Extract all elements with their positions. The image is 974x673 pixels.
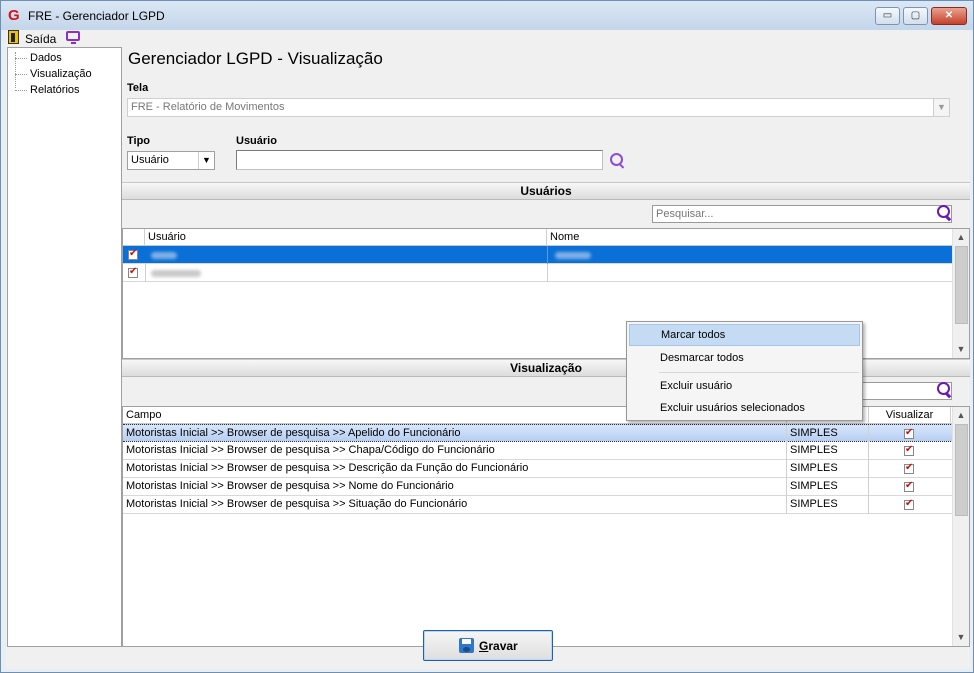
table-row[interactable]: Motoristas Inicial >> Browser de pesquis… [123, 460, 953, 478]
campo-cell: Motoristas Inicial >> Browser de pesquis… [123, 496, 787, 514]
usuario-label: Usuário [236, 135, 277, 147]
tela-label: Tela [127, 82, 149, 94]
table-row[interactable]: Motoristas Inicial >> Browser de pesquis… [123, 442, 953, 460]
scrollbar-thumb[interactable] [955, 424, 968, 516]
title-bar: G FRE - Gerenciador LGPD ▭ ▢ ✕ [1, 1, 973, 30]
visualizar-checkbox[interactable] [904, 427, 914, 439]
column-header-visualizar[interactable]: Visualizar [869, 407, 951, 424]
table-row[interactable]: Motoristas Inicial >> Browser de pesquis… [123, 496, 953, 514]
tipo-label: Tipo [127, 135, 151, 147]
scroll-down-icon[interactable]: ▼ [953, 341, 969, 358]
header-checkbox-cell [123, 229, 145, 246]
table-row[interactable] [123, 246, 953, 264]
column-header-nome[interactable]: Nome [547, 229, 953, 246]
chevron-down-icon: ▼ [198, 152, 214, 169]
minimize-button[interactable]: ▭ [875, 7, 900, 25]
save-button[interactable]: Gravar [423, 630, 553, 661]
tipo-cell: SIMPLES [787, 460, 869, 478]
tree-item-visualizacao[interactable]: Visualização [13, 68, 92, 80]
menu-item-marcar-todos[interactable]: Marcar todos [629, 324, 860, 346]
menu-item-excluir-usuario[interactable]: Excluir usuário [629, 375, 860, 397]
app-logo-icon: G [8, 7, 20, 24]
window-title: FRE - Gerenciador LGPD [28, 9, 165, 23]
table-row[interactable]: Motoristas Inicial >> Browser de pesquis… [123, 424, 953, 443]
redacted-usuario [151, 252, 177, 259]
redacted-usuario [151, 270, 201, 277]
tree-item-relatorios[interactable]: Relatórios [13, 84, 80, 96]
campo-cell: Motoristas Inicial >> Browser de pesquis… [123, 478, 787, 496]
column-divider [145, 264, 146, 282]
row-checkbox[interactable] [128, 266, 138, 278]
tela-select[interactable]: FRE - Relatório de Movimentos ▼ [127, 98, 950, 117]
navigation-tree: Dados Visualização Relatórios [7, 47, 122, 647]
scroll-up-icon[interactable]: ▲ [953, 407, 969, 424]
tree-item-dados[interactable]: Dados [13, 52, 62, 64]
table-row[interactable] [123, 264, 953, 282]
floppy-disk-icon [459, 638, 474, 653]
usuario-input[interactable] [236, 150, 603, 170]
table-row[interactable]: Motoristas Inicial >> Browser de pesquis… [123, 478, 953, 496]
menu-item-desmarcar-todos[interactable]: Desmarcar todos [629, 347, 860, 369]
save-button-label: Gravar [479, 639, 518, 653]
column-header-usuario[interactable]: Usuário [145, 229, 547, 246]
context-menu: Marcar todos Desmarcar todos Excluir usu… [626, 321, 863, 421]
tipo-cell: SIMPLES [787, 425, 869, 443]
visualizacao-grid: Campo Visualizar Motoristas Inicial >> B… [122, 406, 970, 647]
campo-cell: Motoristas Inicial >> Browser de pesquis… [123, 425, 787, 443]
maximize-button[interactable]: ▢ [903, 7, 928, 25]
scroll-up-icon[interactable]: ▲ [953, 229, 969, 246]
campo-cell: Motoristas Inicial >> Browser de pesquis… [123, 442, 787, 460]
row-checkbox[interactable] [128, 248, 138, 260]
menu-separator [659, 372, 859, 373]
scrollbar-thumb[interactable] [955, 246, 968, 324]
usuarios-search-input[interactable]: Pesquisar... [652, 205, 952, 223]
column-divider [547, 264, 548, 282]
campo-cell: Motoristas Inicial >> Browser de pesquis… [123, 460, 787, 478]
visualizar-checkbox[interactable] [904, 444, 914, 456]
visualizacao-scrollbar[interactable]: ▲ ▼ [952, 407, 969, 646]
menu-item-excluir-usuarios-selecionados[interactable]: Excluir usuários selecionados [629, 397, 860, 419]
monitor-icon[interactable] [66, 31, 80, 44]
exit-door-icon[interactable] [8, 30, 19, 44]
tipo-select[interactable]: Usuário ▼ [127, 151, 215, 170]
tipo-cell: SIMPLES [787, 478, 869, 496]
visualizar-checkbox[interactable] [904, 498, 914, 510]
usuarios-grid-header: Usuário Nome [123, 229, 953, 246]
tela-select-value: FRE - Relatório de Movimentos [131, 101, 285, 113]
search-icon[interactable] [610, 153, 626, 169]
search-icon[interactable] [937, 205, 953, 221]
tipo-cell: SIMPLES [787, 496, 869, 514]
exit-menu-item[interactable]: Saída [25, 32, 56, 46]
chevron-down-icon: ▼ [933, 99, 949, 116]
page-title: Gerenciador LGPD - Visualização [128, 49, 383, 68]
column-divider [547, 246, 548, 264]
redacted-nome [555, 252, 591, 259]
search-icon[interactable] [937, 382, 953, 398]
usuarios-section-header: Usuários [122, 182, 970, 200]
tipo-cell: SIMPLES [787, 442, 869, 460]
menu-bar: Saída [6, 30, 970, 46]
scroll-down-icon[interactable]: ▼ [953, 629, 969, 646]
app-window: G FRE - Gerenciador LGPD ▭ ▢ ✕ Saída Dad… [0, 0, 974, 673]
visualizar-checkbox[interactable] [904, 462, 914, 474]
close-button[interactable]: ✕ [931, 7, 967, 25]
usuarios-scrollbar[interactable]: ▲ ▼ [952, 229, 969, 358]
visualizar-checkbox[interactable] [904, 480, 914, 492]
tipo-select-value: Usuário [131, 154, 169, 166]
